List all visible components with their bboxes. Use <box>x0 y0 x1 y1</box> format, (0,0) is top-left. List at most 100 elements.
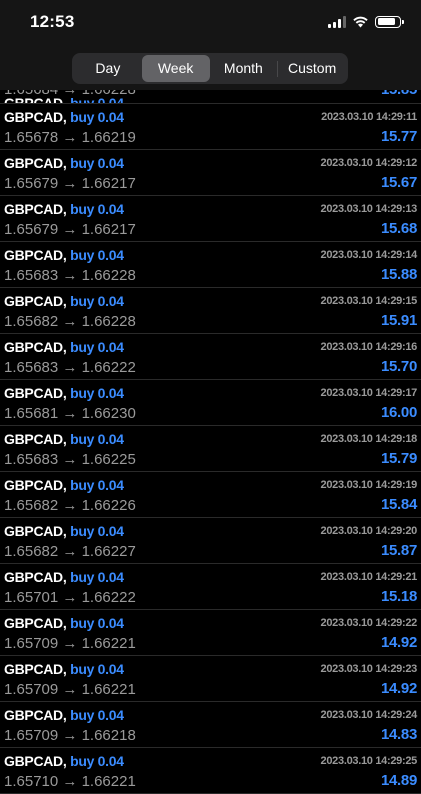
deal-row[interactable]: GBPCAD, buy 0.04 1.65683 → 1.66225 2023.03… <box>0 426 421 472</box>
deal-prices: 1.65709 → 1.66221 <box>4 681 136 698</box>
segment-month[interactable]: Month <box>210 55 278 82</box>
deal-row[interactable]: GBPCAD, buy 0.04 1.65679 → 1.66217 2023.03… <box>0 150 421 196</box>
deal-symbol-line: GBPCAD, buy 0.04 <box>4 569 124 585</box>
deal-symbol: GBPCAD, <box>4 339 67 355</box>
deal-profit: 14.89 <box>380 772 417 789</box>
deal-prices: 1.65682 → 1.66227 <box>4 543 136 560</box>
deal-datetime: 2023.03.10 14:29:13 <box>320 203 418 215</box>
deal-symbol-line: GBPCAD, buy 0.04 <box>4 477 124 493</box>
deal-datetime: 2023.03.10 14:29:21 <box>320 571 418 583</box>
deal-close-price: 1.66222 <box>81 589 136 606</box>
arrow-right-icon: → <box>58 727 82 744</box>
deal-symbol-line: GBPCAD, buy 0.04 <box>4 523 124 539</box>
deal-symbol-line: GBPCAD, buy 0.04 <box>4 109 124 125</box>
deals-list: GBPCAD, buy 0.04 1.65684 → 1.66228 15.85 GB… <box>0 90 421 794</box>
arrow-right-icon: → <box>58 773 82 790</box>
deal-prices: 1.65701 → 1.66222 <box>4 589 136 606</box>
deal-row[interactable]: GBPCAD, buy 0.04 1.65709 → 1.66221 2023.03… <box>0 656 421 702</box>
deal-close-price: 1.66228 <box>81 267 136 284</box>
signal-icon <box>328 15 346 28</box>
deal-row[interactable]: GBPCAD, buy 0.04 1.65681 → 1.66230 2023.03… <box>0 380 421 426</box>
deal-action: buy 0.04 <box>70 109 124 125</box>
deal-open-price: 1.65683 <box>4 267 59 284</box>
arrow-right-icon: → <box>58 405 82 422</box>
deal-row[interactable]: GBPCAD, buy 0.04 1.65679 → 1.66217 2023.03… <box>0 196 421 242</box>
deal-row[interactable]: GBPCAD, buy 0.04 1.65710 → 1.66221 2023.03… <box>0 748 421 794</box>
deal-prices: 1.65679 → 1.66217 <box>4 221 136 238</box>
arrow-right-icon: → <box>58 313 82 330</box>
arrow-right-icon: → <box>58 543 82 560</box>
deal-row[interactable]: GBPCAD, buy 0.04 1.65678 → 1.66219 2023.03… <box>0 104 421 150</box>
deal-prices: 1.65681 → 1.66230 <box>4 405 136 422</box>
deal-row[interactable]: GBPCAD, buy 0.04 1.65682 → 1.66226 2023.03… <box>0 472 421 518</box>
deal-symbol: GBPCAD, <box>4 247 67 263</box>
deal-open-price: 1.65710 <box>4 773 59 790</box>
deal-symbol: GBPCAD, <box>4 523 67 539</box>
deal-row[interactable]: GBPCAD, buy 0.04 1.65682 → 1.66227 2023.03… <box>0 518 421 564</box>
deal-symbol-line: GBPCAD, buy 0.04 <box>4 753 124 769</box>
deal-open-price: 1.65683 <box>4 451 59 468</box>
deal-action: buy 0.04 <box>70 523 124 539</box>
deal-symbol: GBPCAD, <box>4 155 67 171</box>
deal-action: buy 0.04 <box>70 477 124 493</box>
deal-close-price: 1.66226 <box>81 497 136 514</box>
deal-symbol-line: GBPCAD, buy 0.04 <box>4 615 124 631</box>
deal-open-price: 1.65709 <box>4 681 59 698</box>
deal-datetime: 2023.03.10 14:29:12 <box>320 157 418 169</box>
deal-close-price: 1.66222 <box>81 359 136 376</box>
deal-prices: 1.65682 → 1.66228 <box>4 313 136 330</box>
deal-open-price: 1.65679 <box>4 221 59 238</box>
deal-profit: 15.79 <box>380 450 417 467</box>
deal-profit: 15.87 <box>380 542 417 559</box>
deal-row[interactable]: GBPCAD, buy 0.04 1.65683 → 1.66222 2023.03… <box>0 334 421 380</box>
arrow-right-icon: → <box>58 497 82 514</box>
deal-symbol: GBPCAD, <box>4 615 67 631</box>
deal-profit: 15.88 <box>380 266 417 283</box>
deal-open-price: 1.65709 <box>4 635 59 652</box>
status-bar: 12:53 <box>0 0 421 48</box>
deal-open-price: 1.65682 <box>4 313 59 330</box>
deal-symbol-line: GBPCAD, buy 0.04 <box>4 293 124 309</box>
segment-custom[interactable]: Custom <box>278 55 346 82</box>
deal-open-price: 1.65701 <box>4 589 59 606</box>
deal-prices: 1.65709 → 1.66221 <box>4 635 136 652</box>
deal-close-price: 1.66217 <box>81 221 136 238</box>
deal-action: buy 0.04 <box>70 247 124 263</box>
arrow-right-icon: → <box>58 221 82 238</box>
deal-row[interactable]: GBPCAD, buy 0.04 1.65709 → 1.66218 2023.03… <box>0 702 421 748</box>
deal-open-price: 1.65684 <box>4 90 58 98</box>
deal-symbol-line: GBPCAD, buy 0.04 <box>4 385 124 401</box>
deal-row[interactable]: GBPCAD, buy 0.04 1.65709 → 1.66221 2023.03… <box>0 610 421 656</box>
deal-profit: 15.84 <box>380 496 417 513</box>
deal-profit: 15.67 <box>380 174 417 191</box>
deal-symbol-line: GBPCAD, buy 0.04 <box>4 155 124 171</box>
deal-prices: 1.65709 → 1.66218 <box>4 727 136 744</box>
deal-close-price: 1.66228 <box>82 90 136 98</box>
deal-close-price: 1.66221 <box>81 635 136 652</box>
deal-row[interactable]: GBPCAD, buy 0.04 1.65683 → 1.66228 2023.03… <box>0 242 421 288</box>
deal-datetime: 2023.03.10 14:29:24 <box>320 709 418 721</box>
deal-action: buy 0.04 <box>70 569 124 585</box>
deal-profit: 14.83 <box>380 726 417 743</box>
deal-profit: 15.68 <box>380 220 417 237</box>
deal-action: buy 0.04 <box>70 201 124 217</box>
segment-week[interactable]: Week <box>141 55 210 82</box>
deal-prices: 1.65678 → 1.66219 <box>4 129 136 146</box>
deal-profit: 14.92 <box>380 680 417 697</box>
deal-row[interactable]: GBPCAD, buy 0.04 1.65682 → 1.66228 2023.03… <box>0 288 421 334</box>
arrow-right-icon: → <box>58 681 82 698</box>
deal-prices: 1.65679 → 1.66217 <box>4 175 136 192</box>
deal-symbol: GBPCAD, <box>4 753 67 769</box>
arrow-right-icon: → <box>58 175 82 192</box>
deal-action: buy 0.04 <box>70 155 124 171</box>
deal-row[interactable]: GBPCAD, buy 0.041.65684 → 1.6622815.85 <box>0 90 421 104</box>
deal-symbol: GBPCAD, <box>4 661 67 677</box>
arrow-right-icon: → <box>58 359 82 376</box>
deal-prices: 1.65684 → 1.66228 <box>4 90 136 98</box>
deal-action: buy 0.04 <box>70 385 124 401</box>
deal-profit: 15.91 <box>380 312 417 329</box>
deal-row[interactable]: GBPCAD, buy 0.04 1.65701 → 1.66222 2023.03… <box>0 564 421 610</box>
deal-datetime: 2023.03.10 14:29:16 <box>320 341 418 353</box>
segment-day[interactable]: Day <box>74 55 142 82</box>
arrow-right-icon: → <box>58 129 82 146</box>
